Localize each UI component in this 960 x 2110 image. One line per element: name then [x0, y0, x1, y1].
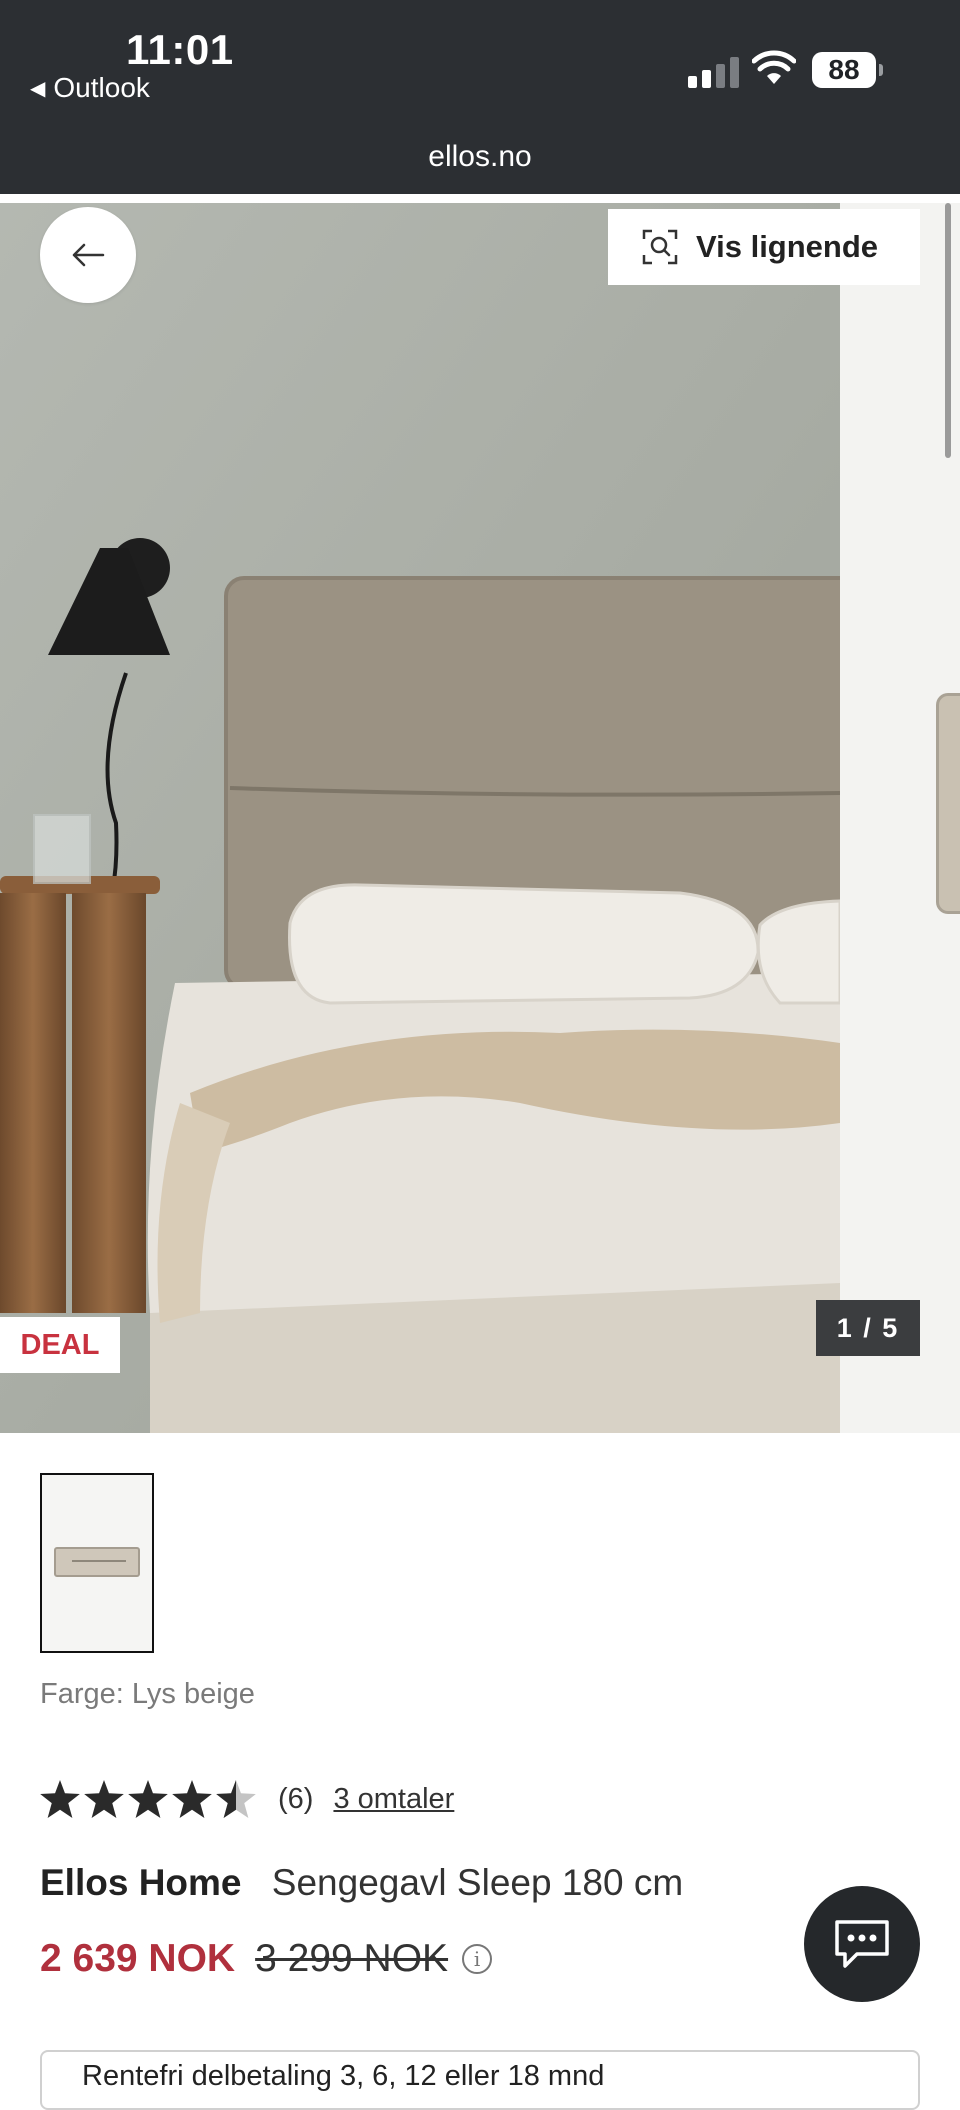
payment-text: Rentefri delbetaling 3, 6, 12 eller 18 m…	[82, 2060, 605, 2092]
product-name: Sengegavl Sleep 180 cm	[271, 1862, 684, 1903]
star-icon	[84, 1780, 124, 1818]
show-similar-label: Vis lignende	[696, 229, 879, 264]
info-icon[interactable]: i	[462, 1944, 493, 1974]
image-counter: 1 / 5	[816, 1300, 920, 1356]
color-variant-thumbnail[interactable]	[40, 1473, 154, 1653]
product-title: Ellos Home Sengegavl Sleep 180 cm	[40, 1862, 683, 1904]
arrow-left-icon	[72, 243, 105, 267]
battery-icon: 88	[812, 52, 883, 88]
star-icon	[172, 1780, 212, 1818]
status-bar: 11:01 ◀ Outlook 88 ellos.no	[0, 0, 960, 194]
clock: 11:01	[126, 26, 234, 73]
url-bar[interactable]: ellos.no	[0, 140, 960, 174]
brand-name[interactable]: Ellos Home	[40, 1862, 242, 1903]
next-image-fragment	[936, 693, 960, 914]
back-button[interactable]	[40, 207, 136, 303]
price-row: 2 639 NOK 3 299 NOK i	[40, 1937, 493, 1981]
reviews-link[interactable]: 3 omtaler	[333, 1783, 454, 1816]
thumbnail-headboard-image	[54, 1547, 140, 1577]
payment-info-box[interactable]: Rentefri delbetaling 3, 6, 12 eller 18 m…	[40, 2050, 920, 2110]
rating-count: (6)	[278, 1782, 314, 1815]
original-price: 3 299 NOK	[255, 1937, 449, 1980]
rating-row: (6) 3 omtaler	[40, 1780, 454, 1818]
back-app-label: Outlook	[53, 72, 150, 103]
scrollbar[interactable]	[945, 203, 951, 458]
color-label: Farge: Lys beige	[40, 1678, 255, 1710]
back-triangle-icon: ◀	[30, 77, 46, 100]
show-similar-button[interactable]: Vis lignende	[608, 209, 920, 285]
wifi-icon	[752, 50, 796, 84]
star-rating	[40, 1780, 256, 1818]
chat-bubble-icon	[835, 1920, 889, 1968]
chat-button[interactable]	[804, 1886, 920, 2002]
cellular-signal-icon	[688, 56, 739, 88]
sale-price: 2 639 NOK	[40, 1937, 236, 1980]
deal-badge: DEAL	[0, 1317, 120, 1373]
star-icon	[128, 1780, 168, 1818]
back-to-app-link[interactable]: ◀ Outlook	[30, 72, 150, 104]
product-image[interactable]	[0, 203, 840, 1433]
star-icon	[40, 1780, 80, 1818]
half-star-icon	[216, 1780, 256, 1818]
visual-search-icon	[642, 229, 678, 265]
next-image-peek[interactable]	[840, 203, 960, 1433]
